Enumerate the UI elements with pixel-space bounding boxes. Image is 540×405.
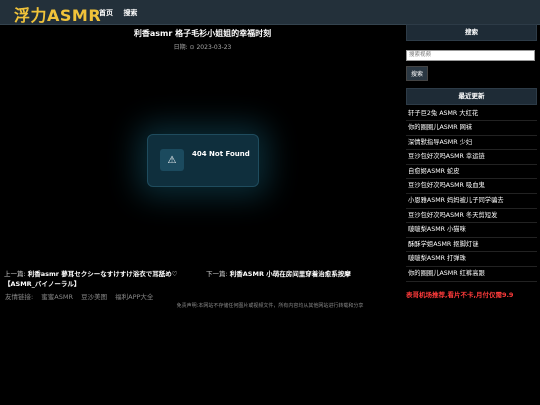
recent-updates-title: 最近更新 xyxy=(406,87,537,105)
top-header: 浮力ASMR 首页 搜索 xyxy=(0,0,540,25)
recent-item[interactable]: 你的圈圈儿ASMR 红裤高跟 xyxy=(406,267,537,282)
recent-item[interactable]: 酥酥学姐ASMR 抠脚灯谜 xyxy=(406,238,537,253)
next-post-link[interactable]: 利香ASMR 小萌在房间里穿着治愈系按摩 xyxy=(230,270,351,278)
recent-item[interactable]: 自愈姬ASMR 蛇皮 xyxy=(406,165,537,180)
video-error-card: ⚠ 404 Not Found xyxy=(147,134,259,187)
warning-icon: ⚠ xyxy=(160,149,184,171)
site-logo[interactable]: 浮力ASMR xyxy=(14,2,101,26)
recent-item[interactable]: 啵啵梨ASMR 小猫咪 xyxy=(406,223,537,238)
search-input[interactable] xyxy=(406,49,535,61)
main-content: 利香asmr 格子毛衫小姐姐的幸福时刻 日期: ⊙ 2023-03-23 ⚠ 4… xyxy=(0,24,405,405)
sidebar: 搜索 搜索 最近更新 轩子巨2兔 ASMR 大红花 你的圈圈儿ASMR 网袜 深… xyxy=(406,24,537,299)
next-post: 下一篇: 利香ASMR 小萌在房间里穿着治愈系按摩 xyxy=(206,269,406,279)
recent-item[interactable]: 你的圈圈儿ASMR 网袜 xyxy=(406,121,537,136)
nav-home-link[interactable]: 首页 xyxy=(99,9,113,17)
next-post-label: 下一篇: xyxy=(206,270,228,278)
search-widget-title: 搜索 xyxy=(406,24,537,41)
prev-post: 上一篇: 利香asmr 蓼耳セクシーなすけすけ浴衣で耳舐め♡【ASMR_バイノー… xyxy=(4,269,199,289)
friend-link[interactable]: 豆沙美图 xyxy=(81,293,107,301)
promo-link[interactable]: 表哥机场推荐,看片不卡,月付仅需9.9 xyxy=(406,289,537,299)
post-date: 日期: ⊙ 2023-03-23 xyxy=(173,44,232,51)
recent-item[interactable]: 深情默指导ASMR 少妇 xyxy=(406,136,537,151)
search-button[interactable]: 搜索 xyxy=(406,65,429,81)
main-nav: 首页 搜索 xyxy=(99,8,145,18)
recent-item[interactable]: 豆沙包好次吗ASMR 吸血鬼 xyxy=(406,179,537,195)
friend-links-label: 友情链接: xyxy=(5,293,34,301)
prev-post-link[interactable]: 利香asmr 蓼耳セクシーなすけすけ浴衣で耳舐め♡【ASMR_バイノーラル】 xyxy=(4,270,178,288)
error-message: 404 Not Found xyxy=(192,150,250,158)
recent-item[interactable]: 啵啵梨ASMR 打弹珠 xyxy=(406,252,537,268)
prev-post-label: 上一篇: xyxy=(4,270,26,278)
post-title: 利香asmr 格子毛衫小姐姐的幸福时刻 xyxy=(133,29,272,38)
footer-disclaimer: 免责声明:本网站不存储任何图片或视频文件，所有内容均从其他网站进行转载和分享 xyxy=(176,303,364,309)
friend-link[interactable]: 福利APP大全 xyxy=(115,293,153,301)
friend-links: 友情链接: 蜜蜜ASMR 豆沙美图 福利APP大全 xyxy=(5,291,159,301)
nav-search-link[interactable]: 搜索 xyxy=(123,9,137,17)
recent-updates-list: 轩子巨2兔 ASMR 大红花 你的圈圈儿ASMR 网袜 深情默指导ASMR 少妇… xyxy=(406,107,537,282)
recent-item[interactable]: 轩子巨2兔 ASMR 大红花 xyxy=(406,107,537,122)
recent-item[interactable]: 豆沙包好次吗ASMR 幸运链 xyxy=(406,150,537,165)
recent-item[interactable]: 豆沙包好次吗ASMR 冬天剪短发 xyxy=(406,209,537,224)
friend-link[interactable]: 蜜蜜ASMR xyxy=(41,293,73,301)
recent-item[interactable]: 小恩雅ASMR 妈妈被儿子同学骗去 xyxy=(406,194,537,209)
